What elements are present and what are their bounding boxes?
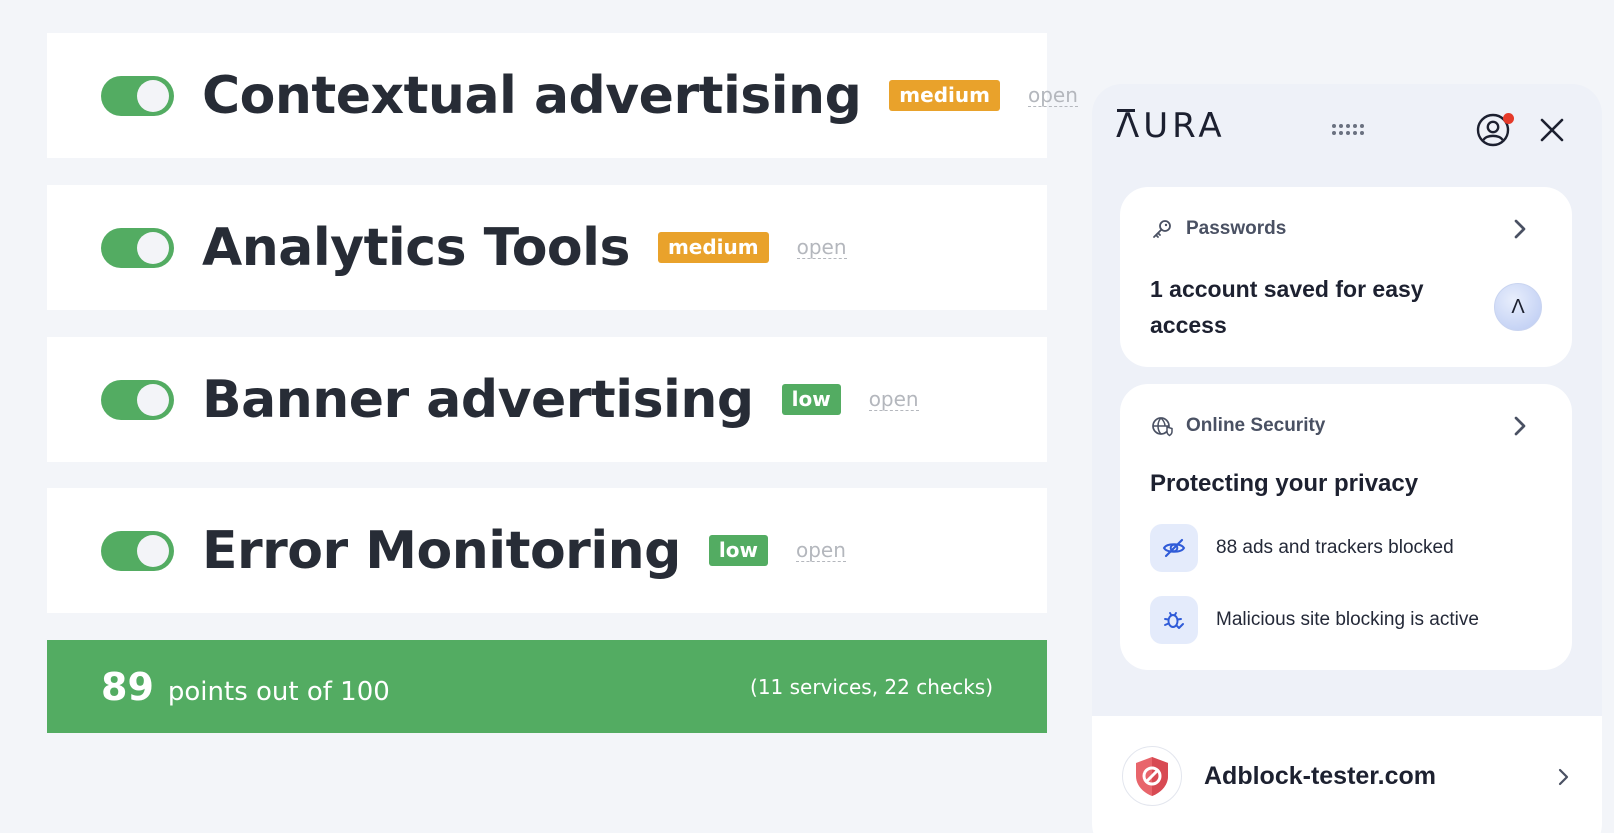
toggle-knob	[137, 79, 169, 112]
service-card-contextual-advertising: Contextual advertising medium open	[47, 33, 1078, 158]
security-item-text: Malicious site blocking is active	[1216, 609, 1479, 630]
service-card-error-monitoring: Error Monitoring low open	[47, 488, 1047, 613]
grid-dots-icon[interactable]	[1332, 124, 1364, 135]
chevron-right-icon	[1558, 768, 1569, 786]
toggle-knob	[137, 534, 169, 567]
online-security-card[interactable]: Online Security Protecting your privacy …	[1120, 384, 1572, 670]
service-toggle[interactable]	[101, 227, 174, 268]
blocked-shield-icon	[1122, 746, 1182, 806]
service-card-analytics-tools: Analytics Tools medium open	[47, 185, 1047, 310]
chevron-right-icon	[1514, 219, 1526, 239]
service-title: Error Monitoring	[202, 520, 681, 581]
score-bar: 89 points out of 100 (11 services, 22 ch…	[47, 640, 1047, 733]
risk-badge: low	[708, 535, 768, 566]
chevron-right-icon	[1514, 416, 1526, 436]
site-name: Adblock-tester.com	[1204, 762, 1437, 790]
toggle-knob	[137, 383, 169, 416]
score-summary: 89 points out of 100	[101, 665, 390, 709]
open-link[interactable]: open	[868, 388, 919, 411]
avatar-glyph: Λ	[1511, 295, 1525, 318]
current-site-row[interactable]: Adblock-tester.com	[1092, 716, 1602, 833]
service-toggle[interactable]	[101, 379, 174, 420]
security-header[interactable]: Online Security	[1150, 414, 1544, 438]
open-link[interactable]: open	[1027, 84, 1078, 107]
score-suffix: points out of 100	[167, 676, 390, 707]
passwords-card[interactable]: Passwords 1 account saved for easy acces…	[1120, 187, 1572, 367]
passwords-summary: 1 account saved for easy access	[1150, 276, 1424, 338]
aura-panel: ΛURA Passwords 1 account saved for easy …	[1092, 84, 1602, 833]
open-link[interactable]: open	[795, 539, 846, 562]
security-item-text: 88 ads and trackers blocked	[1216, 537, 1454, 558]
aura-avatar-icon: Λ	[1494, 283, 1542, 331]
service-card-banner-advertising: Banner advertising low open	[47, 337, 1047, 462]
risk-badge: low	[781, 384, 841, 415]
security-item-malicious-blocking: Malicious site blocking is active	[1150, 596, 1552, 644]
risk-badge: medium	[657, 232, 769, 263]
score-details: (11 services, 22 checks)	[750, 674, 993, 699]
service-title: Banner advertising	[202, 369, 754, 430]
toggle-knob	[137, 231, 169, 264]
service-toggle[interactable]	[101, 75, 174, 116]
service-title: Analytics Tools	[202, 217, 630, 278]
passwords-header[interactable]: Passwords	[1150, 217, 1544, 241]
service-title: Contextual advertising	[202, 65, 862, 126]
aura-logo: ΛURA	[1116, 106, 1226, 146]
passwords-label: Passwords	[1186, 218, 1287, 239]
logo-text: ΛURA	[1116, 106, 1226, 146]
security-label: Online Security	[1186, 415, 1326, 436]
security-item-ads-blocked: 88 ads and trackers blocked	[1150, 524, 1552, 572]
open-link[interactable]: open	[796, 236, 847, 259]
risk-badge: medium	[889, 80, 1000, 111]
service-toggle[interactable]	[101, 530, 174, 571]
close-icon[interactable]	[1537, 115, 1567, 145]
globe-shield-icon	[1152, 417, 1173, 437]
notification-dot	[1503, 113, 1514, 124]
logo-bar	[1117, 109, 1135, 112]
key-icon	[1153, 220, 1171, 238]
panel-header: ΛURA	[1092, 84, 1602, 184]
score-points: 89	[101, 664, 154, 709]
eye-off-icon	[1150, 524, 1198, 572]
security-title: Protecting your privacy	[1150, 470, 1419, 497]
bug-shield-icon	[1150, 596, 1198, 644]
